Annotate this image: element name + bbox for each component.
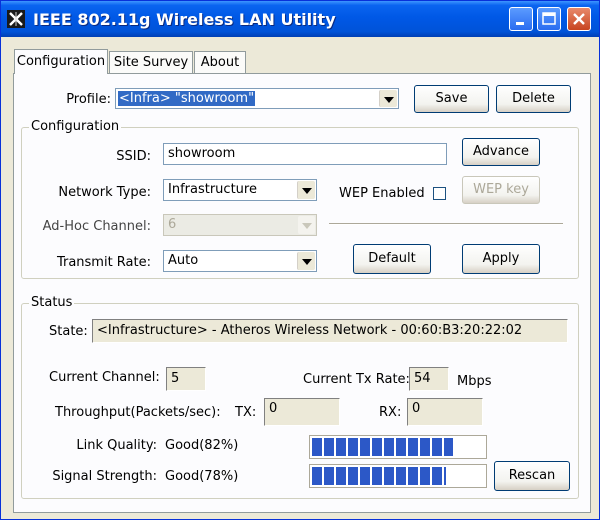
current-tx-rate-label: Current Tx Rate: [303, 372, 410, 387]
chevron-down-icon [384, 97, 394, 103]
save-button[interactable]: Save [414, 85, 489, 113]
adhoc-channel-label: Ad-Hoc Channel: [42, 219, 151, 234]
tx-value: 0 [269, 401, 278, 416]
chevron-down-icon [302, 259, 312, 265]
link-quality-progress-fill [312, 438, 453, 456]
rescan-button[interactable]: Rescan [494, 461, 570, 491]
current-tx-rate-value: 54 [414, 371, 431, 386]
delete-button[interactable]: Delete [496, 85, 571, 113]
rx-value: 0 [412, 401, 421, 416]
profile-select[interactable]: <Infra> "showroom" [115, 88, 399, 109]
maximize-button[interactable] [537, 7, 561, 31]
transmit-rate-label: Transmit Rate: [56, 255, 151, 270]
save-button-label: Save [435, 91, 468, 106]
link-quality-progress-bar [309, 435, 487, 459]
chevron-down-icon [302, 188, 312, 194]
minimize-button[interactable] [509, 7, 533, 31]
window-title: IEEE 802.11g Wireless LAN Utility [33, 10, 336, 29]
state-label: State: [49, 324, 88, 339]
delete-button-label: Delete [512, 91, 555, 106]
title-bar[interactable]: IEEE 802.11g Wireless LAN Utility [1, 1, 599, 37]
transmit-rate-value: Auto [168, 253, 199, 268]
profile-label: Profile: [66, 92, 111, 107]
close-icon [573, 13, 585, 25]
default-button[interactable]: Default [353, 244, 431, 274]
wep-enabled-label: WEP Enabled [339, 186, 425, 201]
status-group-title: Status [29, 295, 75, 310]
current-channel-label: Current Channel: [49, 370, 160, 385]
wireless-utility-icon [7, 10, 25, 28]
divider [329, 223, 563, 225]
app-window: IEEE 802.11g Wireless LAN Utility Config… [0, 0, 600, 520]
wep-enabled-checkbox[interactable] [433, 187, 446, 200]
chevron-down-icon [302, 223, 312, 229]
current-tx-rate-display: 54 [409, 367, 449, 391]
signal-strength-value: Good(78%) [165, 469, 239, 484]
dialog-client-area: Configuration Site Survey About Profile:… [5, 37, 595, 515]
transmit-rate-select[interactable]: Auto [163, 250, 317, 272]
close-button[interactable] [567, 7, 591, 31]
rescan-button-label: Rescan [508, 468, 556, 483]
maximize-icon [542, 12, 556, 25]
current-channel-value: 5 [171, 371, 180, 386]
network-type-label: Network Type: [58, 185, 151, 200]
throughput-label: Throughput(Packets/sec): [55, 405, 221, 420]
ssid-label: SSID: [116, 149, 151, 164]
adhoc-channel-select[interactable]: 6 [163, 214, 317, 236]
transmit-rate-dropdown-arrow[interactable] [297, 252, 315, 270]
profile-dropdown-arrow[interactable] [379, 90, 397, 107]
ssid-input[interactable]: showroom [163, 143, 447, 165]
advance-button[interactable]: Advance [462, 138, 540, 166]
adhoc-channel-value: 6 [168, 217, 177, 232]
tab-about-label: About [200, 55, 240, 70]
wep-key-button-label: WEP key [473, 182, 529, 197]
tab-site-survey-label: Site Survey [113, 55, 189, 70]
ssid-value: showroom [168, 146, 236, 161]
rx-label: RX: [379, 405, 402, 420]
advance-button-label: Advance [473, 144, 529, 159]
rx-display: 0 [407, 398, 483, 426]
tab-site-survey[interactable]: Site Survey [109, 51, 193, 73]
configuration-group-title: Configuration [29, 119, 122, 134]
minimize-icon [516, 22, 524, 25]
link-quality-label: Link Quality: [76, 438, 157, 453]
wep-key-button[interactable]: WEP key [462, 176, 540, 204]
apply-button-label: Apply [482, 251, 520, 266]
tab-configuration[interactable]: Configuration [14, 49, 108, 74]
current-channel-display: 5 [166, 367, 206, 391]
network-type-dropdown-arrow[interactable] [297, 181, 315, 199]
signal-strength-progress-bar [309, 464, 487, 488]
signal-strength-label: Signal Strength: [52, 469, 157, 484]
link-quality-value: Good(82%) [165, 438, 239, 453]
profile-value: <Infra> "showroom" [118, 91, 256, 106]
tx-rate-unit: Mbps [457, 374, 492, 389]
tx-display: 0 [264, 398, 340, 426]
network-type-value: Infrastructure [168, 182, 257, 197]
state-value: <Infrastructure> - Atheros Wireless Netw… [97, 323, 523, 338]
apply-button[interactable]: Apply [462, 244, 540, 274]
default-button-label: Default [368, 251, 416, 266]
adhoc-channel-dropdown-arrow[interactable] [298, 216, 315, 234]
signal-strength-progress-fill [312, 467, 446, 485]
tab-about[interactable]: About [194, 51, 246, 73]
state-display: <Infrastructure> - Atheros Wireless Netw… [92, 319, 568, 343]
tab-configuration-label: Configuration [16, 54, 106, 69]
network-type-select[interactable]: Infrastructure [163, 179, 317, 201]
tx-label: TX: [235, 405, 257, 420]
